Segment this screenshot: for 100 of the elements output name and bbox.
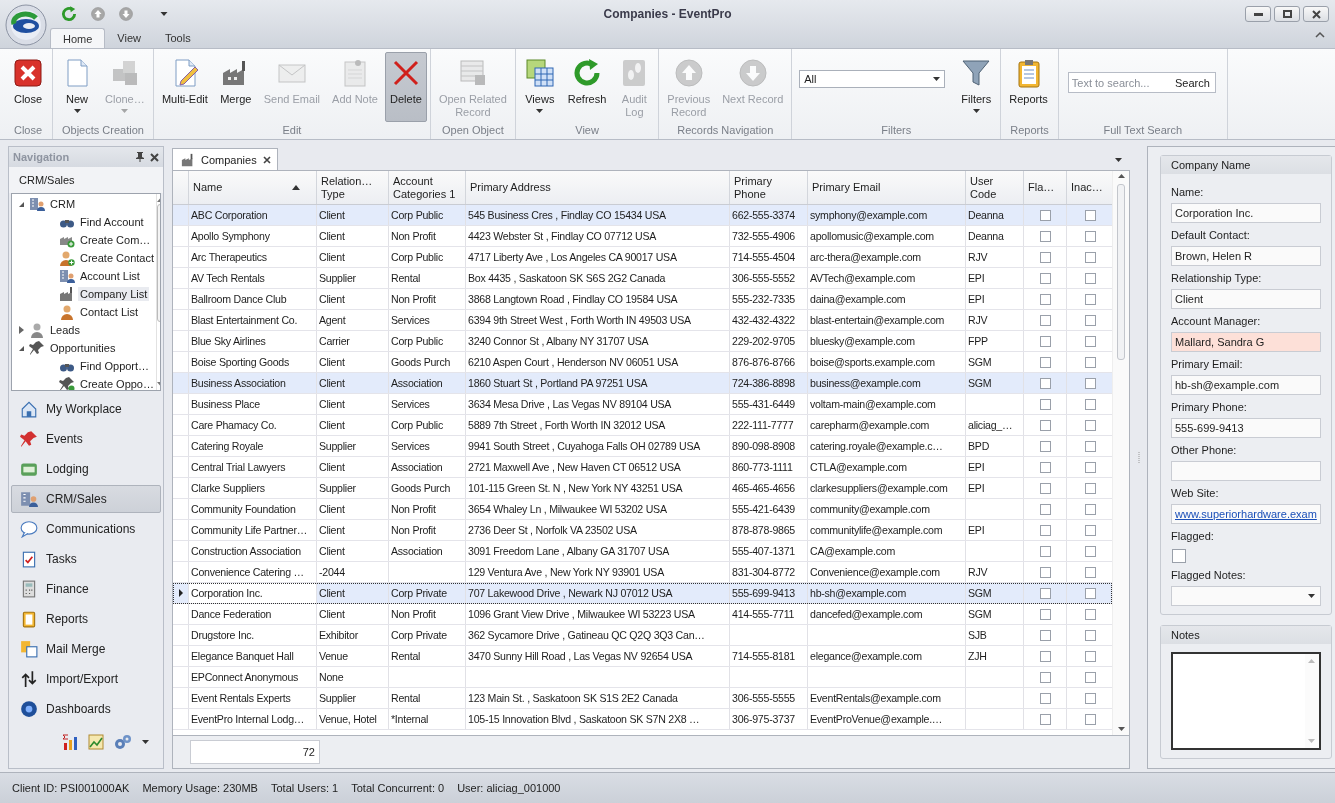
checkbox[interactable] — [1039, 524, 1051, 536]
notes-field[interactable] — [1171, 652, 1321, 750]
text-field[interactable] — [1171, 461, 1321, 481]
checkbox[interactable] — [1085, 461, 1096, 473]
column-header[interactable]: User Code — [966, 171, 1024, 204]
ribbon-button[interactable]: Merge — [214, 52, 257, 122]
navigation-item[interactable]: My Workplace — [11, 395, 161, 423]
navigation-item[interactable]: Lodging — [11, 455, 161, 483]
checkbox[interactable] — [1039, 650, 1051, 662]
column-header[interactable]: Primary Phone — [730, 171, 808, 204]
checkbox[interactable] — [1085, 545, 1096, 557]
checkbox[interactable] — [1039, 419, 1051, 431]
checkbox[interactable] — [1085, 713, 1096, 725]
splitter-grip-icon[interactable] — [1138, 450, 1141, 465]
navigation-item[interactable]: Communications — [11, 515, 161, 543]
gears-icon[interactable] — [114, 734, 132, 750]
checkbox[interactable] — [1039, 440, 1051, 452]
close-icon[interactable] — [262, 155, 271, 164]
checkbox[interactable] — [1039, 545, 1051, 557]
line-chart-icon[interactable] — [88, 734, 104, 750]
table-row[interactable]: Drugstore Inc. Exhibitor Corp Private 362 Sycamore Drive , Gatineau QC Q2Q 3Q3 Can… SJB — [173, 625, 1112, 646]
checkbox[interactable] — [1039, 314, 1051, 326]
checkbox[interactable] — [1039, 713, 1051, 725]
table-row[interactable]: Corporation Inc. Client Corp Private 707 Lakewood Drive , Newark NJ 07012 USA 555-699-9413 hb-sh@example.com SGM — [173, 583, 1112, 604]
checkbox[interactable] — [1085, 356, 1096, 368]
close-icon[interactable] — [150, 152, 159, 162]
tree-item[interactable]: Create Com… — [78, 233, 153, 247]
tree-item[interactable]: Find Opport… — [78, 359, 152, 373]
expanded-icon[interactable] — [17, 344, 25, 352]
checkbox[interactable] — [1085, 377, 1096, 389]
text-field[interactable]: Client — [1171, 289, 1321, 309]
column-header[interactable]: Primary Email — [808, 171, 966, 204]
tree-item[interactable]: Create Oppo… — [78, 377, 156, 390]
ribbon-button[interactable]: Multi-Edit — [156, 52, 213, 122]
ribbon-button[interactable]: Views — [518, 52, 561, 122]
checkbox[interactable] — [1039, 293, 1051, 305]
ribbon-button[interactable]: Delete — [384, 52, 427, 122]
table-row[interactable]: Central Trial Lawyers Client Association 2721 Maxwell Ave , New Haven CT 06512 USA 860-773-1111 CTLA@example.com EPI — [173, 457, 1112, 478]
checkbox[interactable] — [1085, 440, 1096, 452]
collapse-ribbon-icon[interactable] — [1315, 31, 1325, 38]
checkbox[interactable] — [1039, 209, 1051, 221]
navigation-item[interactable]: Finance — [11, 575, 161, 603]
document-tab[interactable]: Companies — [172, 148, 278, 170]
checkbox[interactable] — [1039, 251, 1051, 263]
table-row[interactable]: EPConnect Anonymous None — [173, 667, 1112, 688]
filter-dropdown[interactable]: All — [799, 70, 946, 88]
maximize-button[interactable] — [1274, 6, 1300, 22]
checkbox[interactable] — [1085, 671, 1096, 683]
checkbox[interactable] — [1085, 608, 1096, 620]
scroll-thumb[interactable] — [1117, 184, 1125, 360]
text-field[interactable]: Brown, Helen R — [1171, 246, 1321, 266]
navigation-item[interactable]: CRM/Sales — [11, 485, 161, 513]
checkbox[interactable] — [1039, 671, 1051, 683]
bar-chart-icon[interactable] — [62, 734, 78, 750]
checkbox[interactable] — [1085, 419, 1096, 431]
close-button[interactable] — [1303, 6, 1329, 22]
expanded-icon[interactable] — [17, 200, 25, 208]
tree-item[interactable]: Find Account — [78, 215, 146, 229]
checkbox[interactable] — [1085, 566, 1096, 578]
checkbox[interactable] — [1172, 549, 1186, 563]
navigation-item[interactable]: Import/Export — [11, 665, 161, 693]
checkbox[interactable] — [1085, 650, 1096, 662]
scrollbar[interactable] — [1112, 171, 1129, 735]
tree-item[interactable]: Contact List — [78, 305, 141, 319]
ribbon-button[interactable]: Filters — [955, 52, 998, 122]
tree-item[interactable]: Account List — [78, 269, 142, 283]
checkbox[interactable] — [1085, 524, 1096, 536]
table-row[interactable]: Business Association Client Association 1860 Stuart St , Portland PA 97251 USA 724-386-8898 business@example.com SGM — [173, 373, 1112, 394]
checkbox[interactable] — [1085, 230, 1096, 242]
checkbox[interactable] — [1085, 503, 1096, 515]
checkbox[interactable] — [1039, 335, 1051, 347]
search-button[interactable]: Search — [1169, 76, 1215, 89]
checkbox[interactable] — [1085, 251, 1096, 263]
table-row[interactable]: Arc Therapeutics Client Corp Public 4717 Liberty Ave , Los Angeles CA 90017 USA 714-555-4504 arc-thera@example.com RJV — [173, 247, 1112, 268]
checkbox[interactable] — [1085, 293, 1096, 305]
checkbox[interactable] — [1039, 692, 1051, 704]
checkbox[interactable] — [1085, 314, 1096, 326]
tree-item[interactable]: Create Contact — [78, 251, 156, 265]
ribbon-tab[interactable]: View — [105, 28, 153, 48]
minimize-button[interactable] — [1245, 6, 1271, 22]
checkbox[interactable] — [1039, 272, 1051, 284]
refresh-icon[interactable] — [60, 5, 78, 23]
text-field[interactable]: hb-sh@example.com — [1171, 375, 1321, 395]
checkbox[interactable] — [1039, 356, 1051, 368]
checkbox[interactable] — [1039, 377, 1051, 389]
dropdown-field[interactable] — [1171, 586, 1321, 606]
tree-item[interactable]: Opportunities — [48, 341, 118, 355]
search-field[interactable]: Text to search... Search — [1067, 72, 1216, 93]
checkbox[interactable] — [1039, 230, 1051, 242]
navigation-item[interactable]: Dashboards — [11, 695, 161, 723]
checkbox[interactable] — [1039, 503, 1051, 515]
column-header[interactable]: Fla… — [1024, 171, 1067, 204]
checkbox[interactable] — [1085, 209, 1096, 221]
ribbon-button[interactable]: Refresh — [562, 52, 612, 122]
table-row[interactable]: Ballroom Dance Club Client Non Profit 3868 Langtown Road , Findlay CO 19584 USA 555-232-7335 daina@example.com EPI — [173, 289, 1112, 310]
checkbox[interactable] — [1085, 482, 1096, 494]
checkbox[interactable] — [1085, 692, 1096, 704]
table-row[interactable]: EventPro Internal Lodg… Venue, Hotel *Internal 105-15 Innovation Blvd , Saskatoon SK S7N 2X8 … 306-975-3737 EventProVenue@example.… — [173, 709, 1112, 730]
table-row[interactable]: Care Phamacy Co. Client Corp Public 5889 7th Street , Forth Worth IN 32012 USA 222-111-7777 carepharm@example.com aliciag_… — [173, 415, 1112, 436]
app-logo[interactable] — [5, 4, 47, 46]
